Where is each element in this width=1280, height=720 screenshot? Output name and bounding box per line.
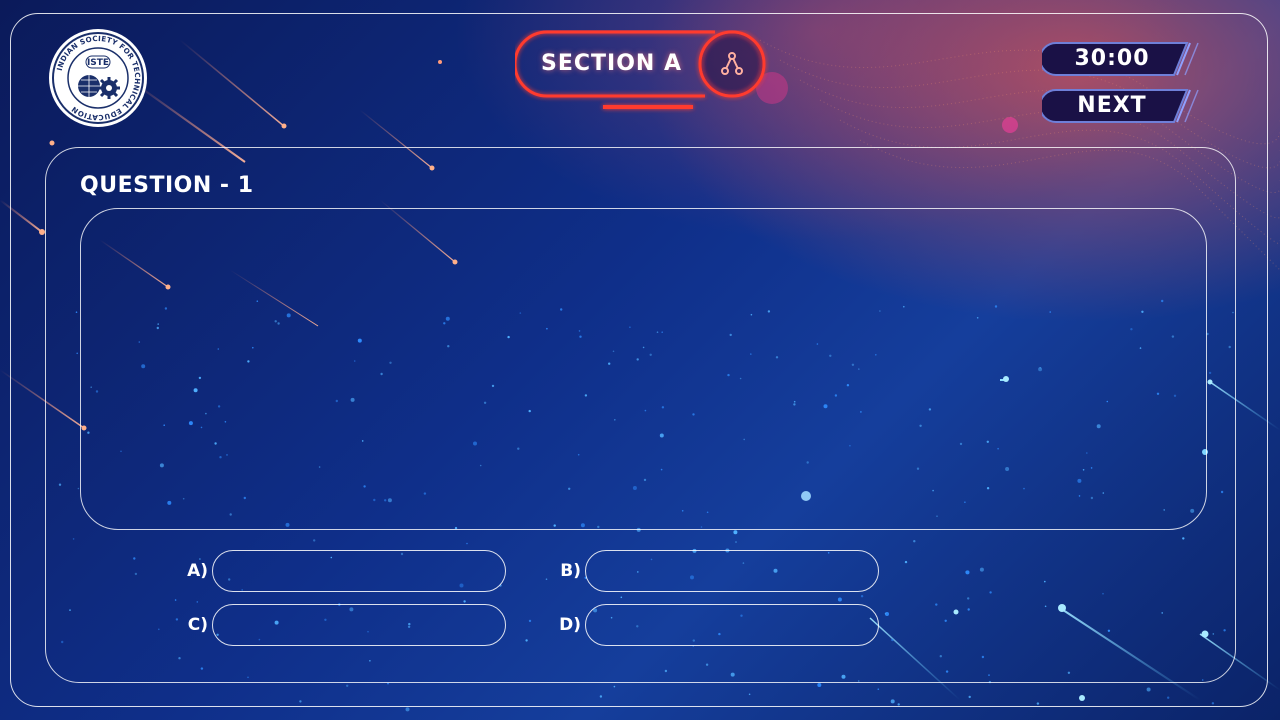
option-d-label: D) [559,615,581,635]
option-c-button[interactable] [212,604,506,646]
countdown-timer: 30:00 [1042,41,1199,77]
timer-value: 30:00 [1074,46,1150,71]
svg-text:ISTE: ISTE [87,58,109,68]
question-title: QUESTION - 1 [80,173,254,198]
section-label: SECTION A [541,51,683,76]
next-label: NEXT [1077,93,1147,118]
next-button[interactable]: NEXT [1042,88,1199,124]
option-b-label: B) [560,561,581,581]
option-a-label: A) [187,561,208,581]
share-nodes-icon [721,52,743,75]
question-text-box [80,208,1207,530]
iste-logo: INDIAN SOCIETY FOR TECHNICAL EDUCATION I… [48,28,148,128]
option-c-label: C) [187,615,208,635]
option-d-button[interactable] [585,604,879,646]
option-a-button[interactable] [212,550,506,592]
section-indicator: SECTION A [515,30,766,109]
option-b-button[interactable] [585,550,879,592]
